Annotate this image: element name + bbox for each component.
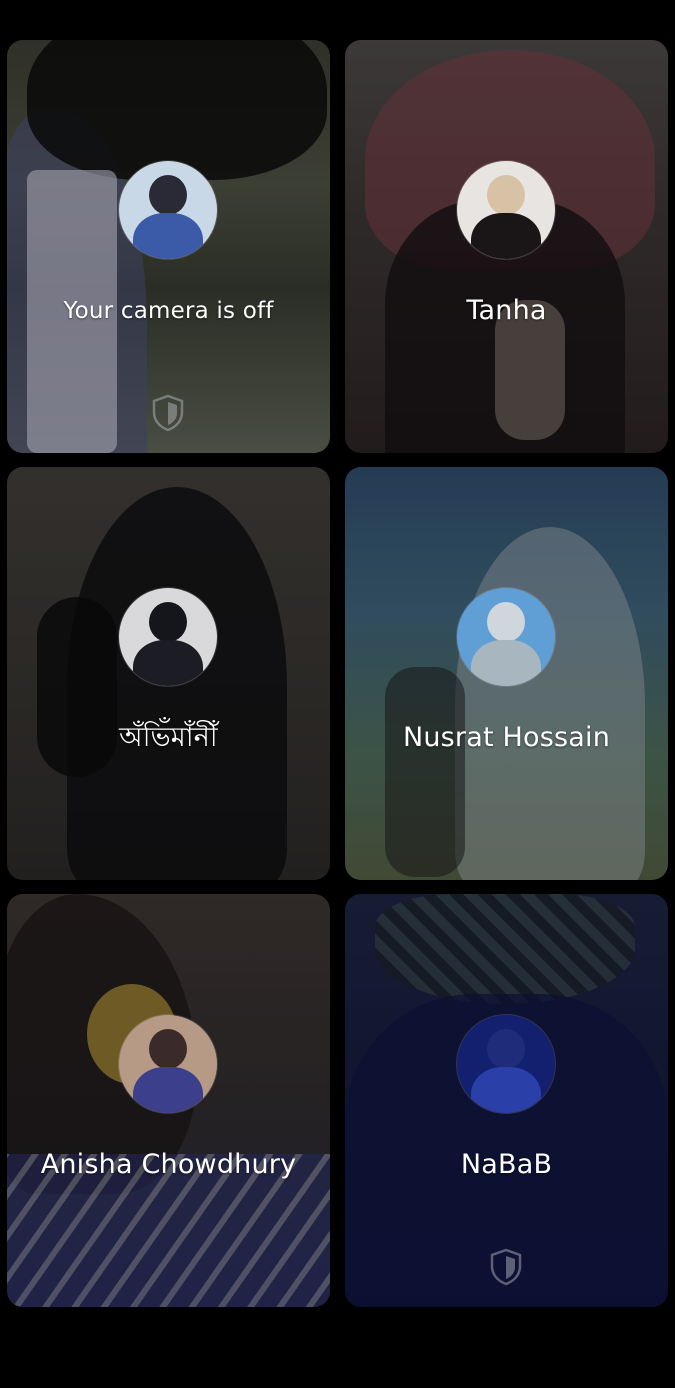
avatar	[119, 588, 217, 686]
participant-name: Tanha	[466, 295, 547, 326]
participant-name: Anisha Chowdhury	[40, 1149, 297, 1180]
avatar	[457, 588, 555, 686]
participant-name: NaBaB	[460, 1149, 553, 1180]
participant-tile[interactable]: অঁভিঁমাঁনীঁ	[7, 467, 330, 880]
video-call-grid: Your camera is off Tanha অঁভিঁমাঁনীঁ Nus…	[0, 0, 675, 1388]
avatar	[457, 161, 555, 259]
participant-name: Nusrat Hossain	[402, 722, 611, 753]
participant-tile[interactable]: NaBaB	[345, 894, 668, 1307]
avatar	[119, 161, 217, 259]
shield-icon	[490, 1248, 522, 1286]
participant-tile[interactable]: Tanha	[345, 40, 668, 453]
shield-icon	[152, 394, 184, 432]
avatar	[457, 1015, 555, 1113]
participant-name: Your camera is off	[63, 298, 274, 324]
participant-name: অঁভিঁমাঁনীঁ	[119, 722, 218, 753]
participant-tile[interactable]: Anisha Chowdhury	[7, 894, 330, 1307]
participant-tile[interactable]: Nusrat Hossain	[345, 467, 668, 880]
participant-tile-self[interactable]: Your camera is off	[7, 40, 330, 453]
avatar	[119, 1015, 217, 1113]
